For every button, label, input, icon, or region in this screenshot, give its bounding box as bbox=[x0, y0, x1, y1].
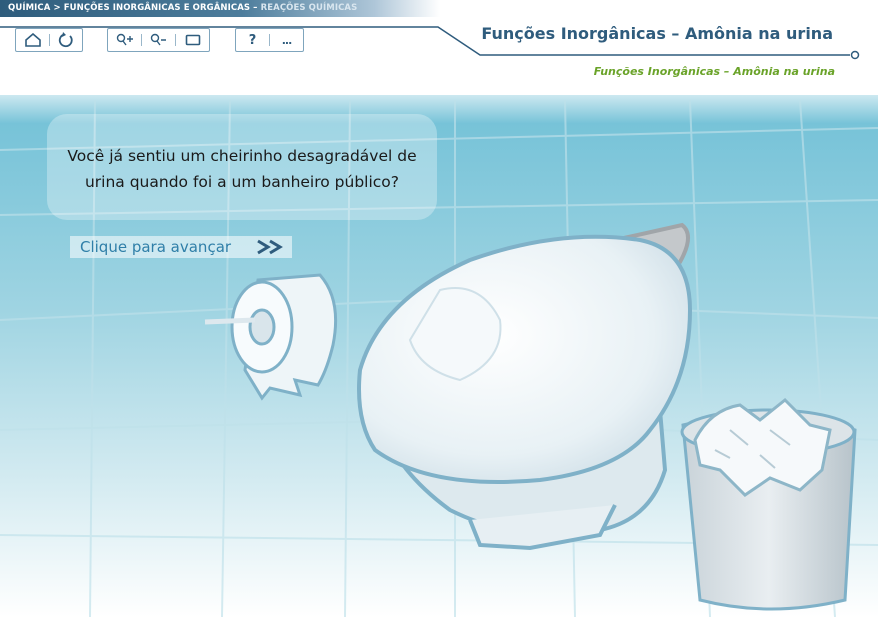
breadcrumb-path: QUÍMICA > FUNÇÕES INORGÂNICAS E ORGÂNICA… bbox=[8, 3, 258, 13]
help-button[interactable]: ? bbox=[236, 30, 269, 50]
advance-label: Clique para avançar bbox=[80, 238, 232, 256]
question-text: Você já sentiu um cheirinho desagradável… bbox=[67, 147, 417, 191]
more-button[interactable]: ... bbox=[270, 30, 303, 50]
zoom-toolbar bbox=[107, 28, 210, 52]
waste-bin bbox=[680, 397, 857, 611]
nav-toolbar bbox=[15, 28, 83, 52]
zoom-out-icon bbox=[150, 33, 166, 46]
page-subtitle: Funções Inorgânicas – Amônia na urina bbox=[593, 65, 835, 78]
question-box: Você já sentiu um cheirinho desagradável… bbox=[47, 114, 437, 220]
help-toolbar: ? ... bbox=[235, 28, 304, 52]
zoom-out-button[interactable] bbox=[142, 30, 175, 50]
breadcrumb-current: REAÇÕES QUÍMICAS bbox=[257, 3, 358, 13]
app-window: QUÍMICA > FUNÇÕES INORGÂNICAS E ORGÂNICA… bbox=[0, 0, 878, 617]
reload-button[interactable] bbox=[50, 30, 82, 50]
double-chevron-right-icon bbox=[257, 239, 283, 255]
window-icon bbox=[185, 34, 200, 46]
zoom-in-icon bbox=[116, 33, 133, 46]
header: QUÍMICA > FUNÇÕES INORGÂNICAS E ORGÂNICA… bbox=[0, 0, 878, 95]
reload-icon bbox=[58, 32, 73, 48]
fit-screen-button[interactable] bbox=[176, 30, 209, 50]
home-button[interactable] bbox=[16, 30, 49, 50]
home-icon bbox=[24, 33, 41, 47]
zoom-in-button[interactable] bbox=[108, 30, 141, 50]
breadcrumb: QUÍMICA > FUNÇÕES INORGÂNICAS E ORGÂNICA… bbox=[0, 0, 440, 17]
page-title: Funções Inorgânicas – Amônia na urina bbox=[481, 24, 833, 43]
advance-button[interactable]: Clique para avançar bbox=[70, 236, 292, 258]
